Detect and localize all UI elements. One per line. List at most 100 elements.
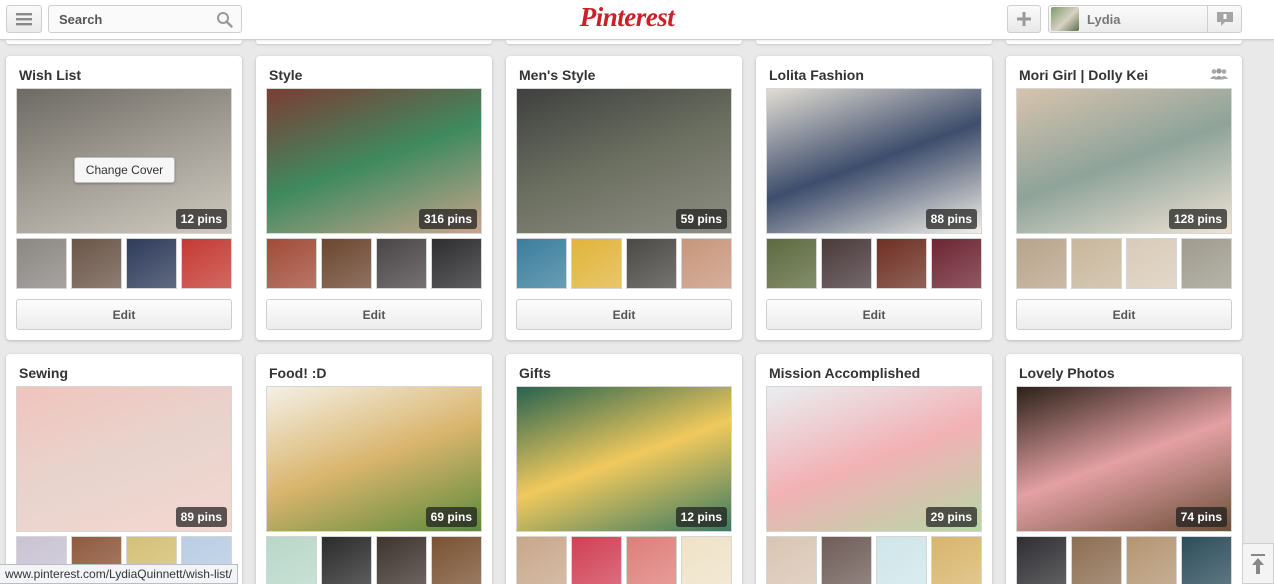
board-title[interactable]: Mission Accomplished xyxy=(769,365,920,381)
board-thumbnail[interactable] xyxy=(821,536,872,584)
board-thumbnail[interactable] xyxy=(1016,536,1067,584)
board-cover-image[interactable]: 128 pins xyxy=(1016,88,1232,234)
board-cover-image[interactable]: 88 pins xyxy=(766,88,982,234)
board-card[interactable]: Style 316 pins Edit xyxy=(256,56,492,340)
board-thumbnail[interactable] xyxy=(431,238,482,289)
board-thumbnail[interactable] xyxy=(516,238,567,289)
scroll-top-icon xyxy=(1251,553,1265,574)
board-card[interactable]: Mission Accomplished 29 pins xyxy=(756,354,992,584)
board-title[interactable]: Style xyxy=(269,67,302,83)
edit-board-button[interactable]: Edit xyxy=(266,299,482,330)
board-card[interactable]: Sewing 89 pins xyxy=(6,354,242,584)
board-card[interactable]: Wish List Change Cover 12 pins Edit xyxy=(6,56,242,340)
board-thumbnail[interactable] xyxy=(266,536,317,584)
pin-count-badge: 316 pins xyxy=(418,209,477,229)
board-thumbnails xyxy=(766,238,982,289)
change-cover-button[interactable]: Change Cover xyxy=(74,157,175,183)
board-card[interactable]: Men's Style 59 pins Edit xyxy=(506,56,742,340)
board-thumbnail[interactable] xyxy=(1071,536,1122,584)
board-thumbnail[interactable] xyxy=(376,536,427,584)
board-thumbnail[interactable] xyxy=(266,238,317,289)
search-input[interactable] xyxy=(49,6,209,32)
user-name: Lydia xyxy=(1087,12,1121,27)
board-thumbnail[interactable] xyxy=(1181,238,1232,289)
board-title[interactable]: Mori Girl | Dolly Kei xyxy=(1019,67,1148,83)
board-title[interactable]: Lolita Fashion xyxy=(769,67,864,83)
board-thumbnail[interactable] xyxy=(376,238,427,289)
notification-icon xyxy=(1216,12,1233,26)
board-thumbnail[interactable] xyxy=(1126,238,1177,289)
board-thumbnail[interactable] xyxy=(931,536,982,584)
board-thumbnail[interactable] xyxy=(321,238,372,289)
board-thumbnail[interactable] xyxy=(16,238,67,289)
board-thumbnails xyxy=(516,536,732,584)
board-thumbnails xyxy=(1016,238,1232,289)
board-cover-image[interactable]: 59 pins xyxy=(516,88,732,234)
board-thumbnail[interactable] xyxy=(681,238,732,289)
edit-board-button[interactable]: Edit xyxy=(766,299,982,330)
board-cover-image[interactable]: 12 pins xyxy=(516,386,732,532)
board-cover-image[interactable]: 89 pins xyxy=(16,386,232,532)
board-thumbnail[interactable] xyxy=(321,536,372,584)
board-card[interactable]: Gifts 12 pins xyxy=(506,354,742,584)
board-card[interactable]: Mori Girl | Dolly Kei 128 pins Edit xyxy=(1006,56,1242,340)
board-thumbnail[interactable] xyxy=(1126,536,1177,584)
scroll-to-top-button[interactable] xyxy=(1242,543,1274,584)
board-thumbnail[interactable] xyxy=(766,536,817,584)
board-thumbnail[interactable] xyxy=(571,536,622,584)
board-thumbnail[interactable] xyxy=(766,238,817,289)
board-thumbnail[interactable] xyxy=(821,238,872,289)
board-cover-image[interactable]: 74 pins xyxy=(1016,386,1232,532)
board-cover-image[interactable]: 69 pins xyxy=(266,386,482,532)
board-card[interactable]: Lolita Fashion 88 pins Edit xyxy=(756,56,992,340)
board-thumbnail[interactable] xyxy=(571,238,622,289)
board-thumbnail[interactable] xyxy=(626,238,677,289)
board-cover-image[interactable]: Change Cover 12 pins xyxy=(16,88,232,234)
pin-count-badge: 12 pins xyxy=(675,507,727,527)
board-thumbnail[interactable] xyxy=(1016,238,1067,289)
board-thumbnail[interactable] xyxy=(1181,536,1232,584)
board-thumbnail[interactable] xyxy=(431,536,482,584)
search-icon[interactable] xyxy=(216,11,233,28)
add-pin-button[interactable] xyxy=(1007,5,1041,33)
pin-count-badge: 59 pins xyxy=(675,209,727,229)
menu-icon xyxy=(16,13,32,26)
board-card[interactable]: Food! :D 69 pins xyxy=(256,354,492,584)
board-thumbnail[interactable] xyxy=(681,536,732,584)
board-thumbnail[interactable] xyxy=(126,238,177,289)
board-title[interactable]: Wish List xyxy=(19,67,81,83)
edit-board-button[interactable]: Edit xyxy=(516,299,732,330)
pinterest-logo[interactable]: Pinterest xyxy=(572,2,682,33)
board-thumbnails xyxy=(266,238,482,289)
board-thumbnails xyxy=(16,238,232,289)
pin-count-badge: 12 pins xyxy=(175,209,227,229)
pin-count-badge: 74 pins xyxy=(1175,507,1227,527)
board-card[interactable]: Lovely Photos 74 pins xyxy=(1006,354,1242,584)
board-title[interactable]: Lovely Photos xyxy=(1019,365,1115,381)
plus-icon xyxy=(1017,12,1031,26)
pin-count-badge: 88 pins xyxy=(925,209,977,229)
board-thumbnail[interactable] xyxy=(931,238,982,289)
board-thumbnail[interactable] xyxy=(626,536,677,584)
board-thumbnail[interactable] xyxy=(516,536,567,584)
group-icon xyxy=(1210,68,1228,80)
menu-button[interactable] xyxy=(6,5,42,33)
edit-board-button[interactable]: Edit xyxy=(1016,299,1232,330)
board-title[interactable]: Sewing xyxy=(19,365,68,381)
edit-board-button[interactable]: Edit xyxy=(16,299,232,330)
board-thumbnails xyxy=(516,238,732,289)
board-cover-image[interactable]: 316 pins xyxy=(266,88,482,234)
board-cover-image[interactable]: 29 pins xyxy=(766,386,982,532)
board-thumbnail[interactable] xyxy=(876,536,927,584)
board-title[interactable]: Food! :D xyxy=(269,365,327,381)
board-thumbnail[interactable] xyxy=(71,238,122,289)
board-thumbnail[interactable] xyxy=(876,238,927,289)
board-title[interactable]: Gifts xyxy=(519,365,551,381)
user-menu-button[interactable]: Lydia xyxy=(1048,5,1242,33)
board-thumbnail[interactable] xyxy=(181,238,232,289)
board-thumbnail[interactable] xyxy=(1071,238,1122,289)
notifications-button[interactable] xyxy=(1207,6,1241,32)
board-title[interactable]: Men's Style xyxy=(519,67,595,83)
board-thumbnails xyxy=(1016,536,1232,584)
pin-count-badge: 29 pins xyxy=(925,507,977,527)
